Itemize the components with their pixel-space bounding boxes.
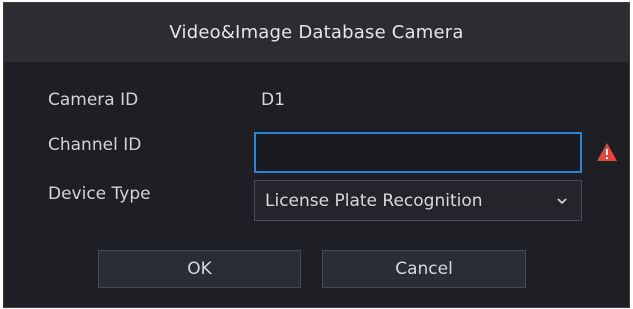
dialog-titlebar: Video&Image Database Camera [4,3,629,62]
camera-dialog: Video&Image Database Camera Camera ID D1… [3,2,630,308]
device-type-value: License Plate Recognition [265,190,483,211]
warning-triangle-icon [597,143,617,161]
camera-id-label: Camera ID [48,90,139,110]
channel-id-input[interactable] [254,132,582,173]
dialog-title: Video&Image Database Camera [169,22,464,43]
device-type-select[interactable]: License Plate Recognition [254,180,582,221]
cancel-button[interactable]: Cancel [322,250,526,288]
ok-button[interactable]: OK [98,250,301,288]
channel-id-label: Channel ID [48,135,142,155]
chevron-down-icon [557,197,567,204]
camera-id-value: D1 [261,90,285,110]
device-type-label: Device Type [48,184,151,204]
